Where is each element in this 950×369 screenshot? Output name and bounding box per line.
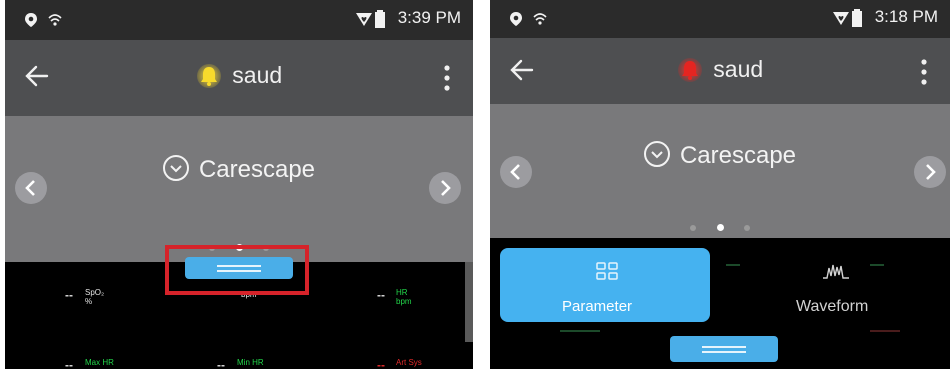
page-dot <box>743 225 750 231</box>
chevron-left-icon <box>510 164 520 180</box>
bell-icon <box>677 57 702 82</box>
signal-heart-icon <box>833 12 849 25</box>
title-area: saud <box>490 56 950 83</box>
handle-line <box>702 351 746 353</box>
param-value: -- <box>65 358 73 369</box>
param-min-hr: Min HR <box>237 358 264 367</box>
tab-waveform[interactable]: Waveform <box>740 248 930 322</box>
param-art-sys: Art Sys <box>396 358 422 367</box>
device-selector: Carescape <box>5 116 473 262</box>
param-max-hr: Max HR <box>85 358 114 367</box>
param-label: SpO₂ <box>85 288 105 297</box>
page-indicator <box>490 218 950 236</box>
battery-icon <box>375 10 385 28</box>
highlight-box <box>165 245 309 295</box>
wifi-calling-icon <box>533 13 547 25</box>
battery-icon <box>852 9 862 27</box>
chevron-down-icon <box>643 140 670 167</box>
status-bar: 3:39 PM <box>5 0 473 40</box>
phone-screen-right: 3:18 PM saud Carescape Parameter Wavefor… <box>490 0 950 369</box>
faint-param <box>560 330 600 332</box>
more-options-icon[interactable] <box>920 58 928 86</box>
previous-device-button[interactable] <box>15 172 47 204</box>
device-dropdown[interactable]: Carescape <box>5 154 473 184</box>
signal-heart-icon <box>356 13 372 26</box>
title-area: saud <box>5 62 473 89</box>
location-pin-icon <box>25 13 37 27</box>
faint-param <box>726 264 740 266</box>
param-hr: HR bpm <box>396 288 412 306</box>
app-bar: saud <box>5 40 473 116</box>
chevron-right-icon <box>926 164 936 180</box>
faint-param <box>870 330 900 332</box>
status-time: 3:39 PM <box>397 8 461 27</box>
chevron-left-icon <box>25 180 35 196</box>
patient-name: saud <box>713 56 764 82</box>
waveform-icon <box>823 264 849 279</box>
next-device-button[interactable] <box>914 156 946 188</box>
param-value: -- <box>217 358 225 369</box>
param-value: -- <box>377 288 385 302</box>
param-value: -- <box>65 288 73 302</box>
device-selector: Carescape <box>490 104 950 238</box>
handle-line <box>702 346 746 348</box>
param-label: Art Sys <box>396 358 422 367</box>
phone-screen-left: 3:39 PM saud Carescape -- SpO₂ % bpm -- … <box>5 0 473 369</box>
next-device-button[interactable] <box>429 172 461 204</box>
previous-device-button[interactable] <box>500 156 532 188</box>
page-dot <box>690 225 697 231</box>
device-name: Carescape <box>198 156 316 183</box>
tab-parameter[interactable]: Parameter <box>500 248 710 322</box>
param-label: Max HR <box>85 358 114 367</box>
chevron-right-icon <box>441 180 451 196</box>
device-dropdown[interactable]: Carescape <box>490 140 950 170</box>
param-value: -- <box>377 358 385 369</box>
param-unit: % <box>85 297 93 306</box>
param-label: HR <box>396 288 408 297</box>
page-dot-active <box>716 224 724 231</box>
param-spo2: SpO₂ % <box>85 288 104 306</box>
more-options-icon[interactable] <box>443 64 451 92</box>
param-unit: bpm <box>396 297 412 306</box>
wifi-calling-icon <box>48 14 62 26</box>
location-pin-icon <box>510 12 522 26</box>
status-time: 3:18 PM <box>874 7 938 26</box>
device-name: Carescape <box>679 142 797 169</box>
tab-label: Parameter <box>562 298 633 315</box>
drawer-handle[interactable] <box>670 336 778 362</box>
status-bar: 3:18 PM <box>490 0 950 38</box>
bell-icon <box>196 63 221 88</box>
tab-label: Waveform <box>796 298 869 315</box>
scrollbar[interactable] <box>465 262 473 342</box>
grid-icon <box>596 262 618 280</box>
param-label: Min HR <box>237 358 264 367</box>
app-bar: saud <box>490 38 950 104</box>
patient-name: saud <box>232 62 283 88</box>
chevron-down-icon <box>162 154 189 181</box>
